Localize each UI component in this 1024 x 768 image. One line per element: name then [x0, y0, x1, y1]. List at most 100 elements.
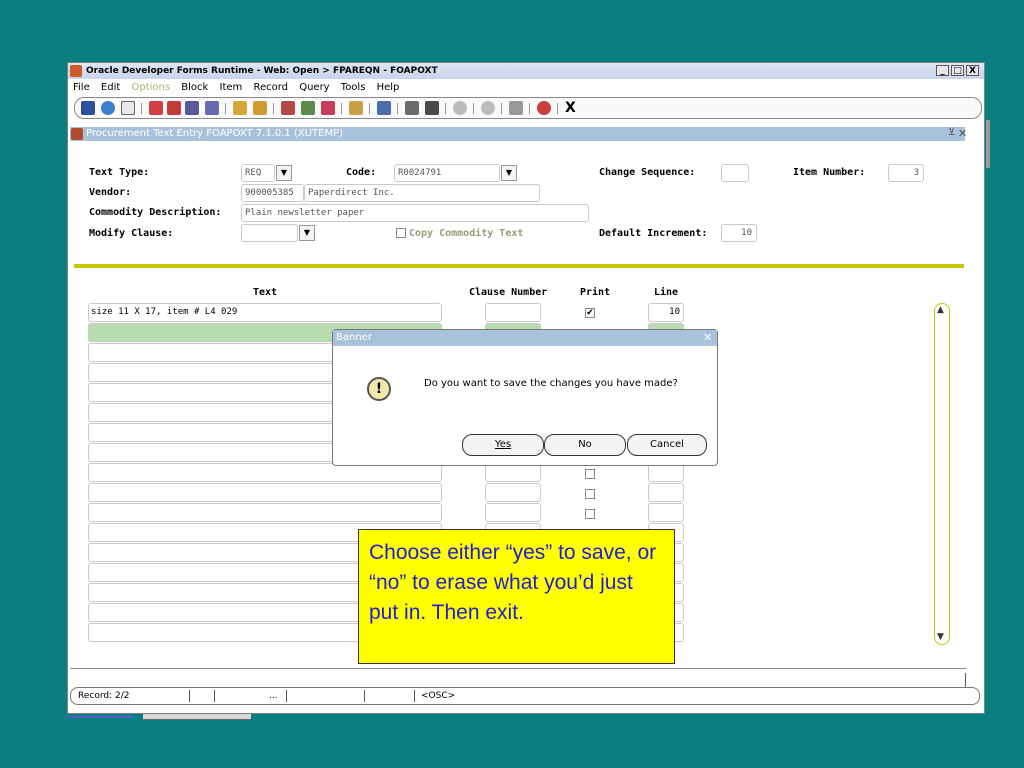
- dialog-close-icon[interactable]: ✕: [703, 330, 712, 346]
- status-divider: [189, 690, 190, 702]
- clause-number-cell[interactable]: [485, 503, 541, 522]
- menu-help[interactable]: Help: [377, 82, 400, 93]
- menu-item[interactable]: Item: [220, 82, 243, 93]
- export-icon[interactable]: [405, 101, 419, 115]
- minimize-button[interactable]: _: [936, 65, 949, 76]
- search-icon[interactable]: [349, 101, 363, 115]
- menu-file[interactable]: File: [73, 82, 90, 93]
- window-icon[interactable]: [509, 101, 523, 115]
- print-checkbox[interactable]: [585, 509, 595, 519]
- menu-bar: File Edit Options Block Item Record Quer…: [68, 80, 984, 96]
- menu-query[interactable]: Query: [299, 82, 329, 93]
- vendor-name-field[interactable]: Paperdirect Inc.: [304, 184, 540, 202]
- column-header-line: Line: [654, 287, 679, 298]
- oracle-app-icon: [70, 65, 82, 77]
- yes-button[interactable]: Yes: [462, 434, 544, 456]
- content-bottom-border: [70, 668, 966, 669]
- menu-tools[interactable]: Tools: [341, 82, 366, 93]
- save-icon[interactable]: [81, 101, 95, 115]
- toolbar-separator: [529, 103, 530, 114]
- copy-commodity-checkbox[interactable]: [396, 228, 406, 238]
- menu-record[interactable]: Record: [253, 82, 288, 93]
- item-number-field[interactable]: 3: [888, 164, 924, 182]
- status-osc: <OSC>: [421, 691, 456, 701]
- print-checkbox[interactable]: ✔: [585, 308, 595, 318]
- line-cell[interactable]: 10: [648, 303, 684, 322]
- help-icon[interactable]: [537, 101, 551, 115]
- toolbar-separator: [369, 103, 370, 114]
- scroll-down-icon[interactable]: ▼: [937, 632, 944, 642]
- status-ellipsis: ...: [269, 691, 278, 701]
- block-separator: [74, 264, 964, 268]
- clause-number-cell[interactable]: [485, 303, 541, 322]
- scroll-up-icon[interactable]: ▲: [937, 305, 944, 315]
- text-cell[interactable]: [88, 483, 442, 502]
- options-icon[interactable]: [481, 101, 495, 115]
- enter-query-icon[interactable]: [281, 101, 295, 115]
- status-divider: [364, 690, 365, 702]
- delete-record-icon[interactable]: [253, 101, 267, 115]
- printer-icon[interactable]: [377, 101, 391, 115]
- callout-text: Choose either “yes” to save, or “no” to …: [369, 541, 657, 624]
- code-label: Code:: [346, 167, 377, 178]
- toolbar-separator: [273, 103, 274, 114]
- menu-options[interactable]: Options: [131, 82, 170, 93]
- text-cell[interactable]: size 11 X 17, item # L4 029: [88, 303, 442, 322]
- change-sequence-label: Change Sequence:: [599, 167, 696, 178]
- dialog-title: Banner: [336, 332, 372, 343]
- rollback-icon[interactable]: [101, 101, 115, 115]
- next-block-icon[interactable]: [205, 101, 219, 115]
- next-record-icon[interactable]: [185, 101, 199, 115]
- default-increment-field[interactable]: 10: [721, 224, 757, 242]
- text-cell[interactable]: [88, 503, 442, 522]
- form-close-icon[interactable]: ✕: [958, 127, 967, 140]
- save-dialog: Banner ✕ ! Do you want to save the chang…: [332, 329, 718, 466]
- clause-number-cell[interactable]: [485, 483, 541, 502]
- previous-block-icon[interactable]: [149, 101, 163, 115]
- text-type-field[interactable]: REQ: [241, 164, 275, 182]
- record-count: Record: 2/2: [78, 691, 130, 701]
- modify-clause-dropdown-button[interactable]: ▼: [299, 225, 315, 241]
- default-increment-label: Default Increment:: [599, 228, 708, 239]
- close-button[interactable]: X: [966, 65, 979, 76]
- code-dropdown-button[interactable]: ▼: [501, 165, 517, 181]
- cancel-query-icon[interactable]: [321, 101, 335, 115]
- commodity-description-label: Commodity Description:: [89, 207, 222, 218]
- window-edge-fragment: [986, 120, 990, 168]
- vendor-id-field[interactable]: 900005385: [241, 184, 304, 202]
- status-divider: [414, 690, 415, 702]
- line-cell[interactable]: [648, 483, 684, 502]
- change-sequence-field[interactable]: [721, 164, 749, 182]
- no-button[interactable]: No: [544, 434, 626, 456]
- print-checkbox[interactable]: [585, 469, 595, 479]
- dialog-titlebar: Banner: [333, 330, 717, 346]
- attachment-icon[interactable]: [425, 101, 439, 115]
- menu-edit[interactable]: Edit: [101, 82, 120, 93]
- toolbar-separator: [225, 103, 226, 114]
- form-minimize-icon[interactable]: ⊻: [948, 127, 955, 138]
- print-checkbox[interactable]: [585, 489, 595, 499]
- help-on-item-icon[interactable]: [453, 101, 467, 115]
- code-field[interactable]: R0024791: [394, 164, 500, 182]
- window-titlebar: Oracle Developer Forms Runtime - Web: Op…: [68, 63, 984, 79]
- toolbar-separator: [473, 103, 474, 114]
- toolbar-separator: [397, 103, 398, 114]
- status-divider: [214, 690, 215, 702]
- grid-scrollbar[interactable]: [934, 303, 950, 645]
- print-page-icon[interactable]: [121, 101, 135, 115]
- column-header-print: Print: [580, 287, 611, 298]
- previous-record-icon[interactable]: [167, 101, 181, 115]
- cancel-button[interactable]: Cancel: [627, 434, 707, 456]
- menu-block[interactable]: Block: [181, 82, 208, 93]
- status-divider: [286, 690, 287, 702]
- instruction-callout: Choose either “yes” to save, or “no” to …: [358, 529, 675, 664]
- execute-query-icon[interactable]: [301, 101, 315, 115]
- commodity-description-field[interactable]: Plain newsletter paper: [241, 204, 589, 222]
- status-divider: [965, 673, 966, 687]
- maximize-button[interactable]: □: [951, 65, 964, 76]
- exit-button[interactable]: X: [565, 100, 576, 116]
- modify-clause-field[interactable]: [241, 224, 298, 242]
- text-type-dropdown-button[interactable]: ▼: [276, 165, 292, 181]
- insert-record-icon[interactable]: [233, 101, 247, 115]
- line-cell[interactable]: [648, 503, 684, 522]
